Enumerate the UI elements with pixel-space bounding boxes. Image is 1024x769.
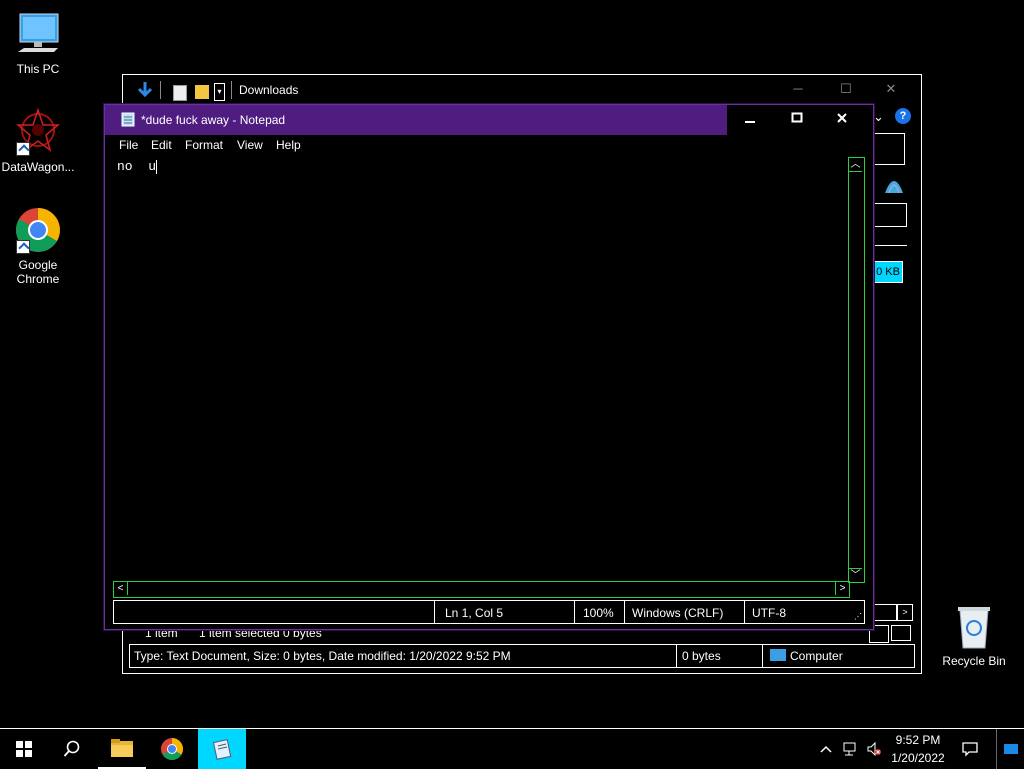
show-hidden-icons-button[interactable] — [814, 729, 838, 769]
explorer-titlebar[interactable]: ▾ Downloads ─ ☐ ✕ — [123, 75, 921, 105]
ribbon-expand-icon[interactable]: ⌄ — [873, 109, 884, 125]
desktop-icon — [1004, 744, 1018, 754]
desktop-icon-label: This PC — [16, 62, 60, 76]
taskbar: 9:52 PM 1/20/2022 — [0, 728, 1024, 769]
computer-icon — [770, 649, 786, 661]
desktop-icon-google-chrome[interactable]: Google Chrome — [0, 206, 76, 286]
menu-file[interactable]: File — [119, 138, 138, 152]
text-caret — [156, 159, 158, 174]
explorer-details-bar: Type: Text Document, Size: 0 bytes, Date… — [129, 644, 915, 668]
explorer-maximize-button[interactable]: ☐ — [836, 81, 856, 97]
notepad-statusbar: Ln 1, Col 5 100% Windows (CRLF) UTF-8 ⋰ — [113, 600, 865, 624]
folder-icon — [111, 739, 133, 757]
desktop-icon-recycle-bin[interactable]: Recycle Bin — [936, 602, 1012, 668]
status-zoom: 100% — [583, 606, 614, 620]
start-button[interactable] — [0, 729, 48, 769]
properties-icon[interactable] — [173, 85, 187, 101]
desktop-icon-label: DataWagon... — [1, 160, 75, 174]
taskbar-file-explorer[interactable] — [98, 729, 146, 769]
scroll-left-arrow-icon[interactable]: < — [114, 582, 128, 595]
notepad-window[interactable]: *dude fuck away - Notepad File Edit Form… — [104, 104, 874, 630]
menu-view[interactable]: View — [237, 138, 263, 152]
volume-muted-icon — [867, 741, 881, 757]
chrome-icon — [161, 738, 183, 760]
this-pc-icon — [14, 10, 62, 58]
status-position: Ln 1, Col 5 — [445, 606, 504, 620]
scroll-up-arrow-icon[interactable]: ︿ — [849, 158, 862, 172]
chevron-up-icon — [820, 745, 832, 753]
desktop-icon-label: Recycle Bin — [942, 654, 1006, 668]
help-icon[interactable]: ? — [895, 108, 911, 124]
hscroll-track-fragment[interactable] — [871, 604, 897, 621]
download-arrow-icon — [137, 81, 153, 102]
explorer-title: Downloads — [239, 83, 299, 97]
desktop-icon-datawagon[interactable]: DataWagon... — [0, 107, 76, 174]
taskbar-clock[interactable]: 9:52 PM 1/20/2022 — [888, 731, 948, 767]
notepad-title: *dude fuck away - Notepad — [141, 113, 286, 127]
action-center-button[interactable] — [950, 729, 990, 769]
notepad-icon — [212, 739, 232, 760]
notepad-content: no u — [117, 159, 157, 174]
resize-grip-icon[interactable]: ⋰ — [854, 612, 862, 621]
status-line-ending: Windows (CRLF) — [632, 606, 724, 620]
explorer-minimize-button[interactable]: ─ — [788, 81, 808, 97]
desktop-icon-label: Google Chrome — [16, 258, 60, 286]
close-icon — [837, 113, 847, 123]
quick-access-dropdown-icon[interactable]: ▾ — [214, 83, 225, 101]
explorer-close-button[interactable]: ✕ — [881, 81, 901, 97]
taskbar-notepad[interactable] — [198, 729, 246, 769]
notepad-minimize-button[interactable] — [727, 105, 773, 135]
desktop-icon-this-pc[interactable]: This PC — [0, 10, 76, 76]
menu-edit[interactable]: Edit — [151, 138, 172, 152]
notepad-titlebar[interactable]: *dude fuck away - Notepad — [105, 105, 873, 135]
notification-icon — [962, 742, 978, 757]
vertical-scrollbar[interactable]: ︿ ﹀ — [848, 157, 865, 583]
notepad-menubar: File Edit Format View Help — [105, 135, 873, 155]
chrome-icon — [14, 206, 62, 254]
volume-tray-button[interactable] — [862, 729, 886, 769]
size-badge: 0 KB — [873, 261, 903, 283]
new-folder-icon[interactable] — [195, 85, 209, 99]
search-icon — [63, 740, 80, 757]
search-button[interactable] — [48, 729, 96, 769]
recycle-bin-icon — [950, 602, 998, 650]
horizontal-scrollbar[interactable]: < > — [113, 581, 850, 598]
network-icon — [843, 742, 856, 756]
notepad-text-area[interactable]: no u — [113, 157, 851, 581]
minimize-icon — [745, 121, 755, 123]
status-encoding: UTF-8 — [752, 606, 786, 620]
details-bytes: 0 bytes — [682, 649, 721, 663]
scroll-down-arrow-icon[interactable]: ﹀ — [849, 568, 862, 582]
notepad-app-icon — [121, 112, 135, 127]
menu-help[interactable]: Help — [276, 138, 301, 152]
clock-date: 1/20/2022 — [891, 751, 945, 765]
large-icons-view-icon[interactable] — [891, 625, 911, 641]
notepad-maximize-button[interactable] — [774, 105, 820, 135]
maximize-icon — [791, 112, 803, 123]
view-option-box[interactable] — [871, 203, 907, 227]
notepad-close-button[interactable] — [819, 105, 865, 135]
scroll-right-arrow-icon[interactable]: > — [835, 582, 849, 595]
taskbar-chrome[interactable] — [148, 729, 196, 769]
search-box[interactable] — [871, 133, 905, 165]
details-text: Type: Text Document, Size: 0 bytes, Date… — [134, 649, 511, 663]
network-tray-button[interactable] — [838, 729, 862, 769]
details-location: Computer — [790, 649, 843, 663]
show-desktop-button[interactable] — [996, 729, 1024, 769]
shell-icon — [883, 175, 905, 195]
datawagon-icon — [14, 107, 62, 156]
menu-format[interactable]: Format — [185, 138, 223, 152]
scroll-right-arrow-icon[interactable]: > — [897, 604, 913, 621]
clock-time: 9:52 PM — [895, 733, 941, 747]
windows-logo-icon — [16, 741, 32, 757]
